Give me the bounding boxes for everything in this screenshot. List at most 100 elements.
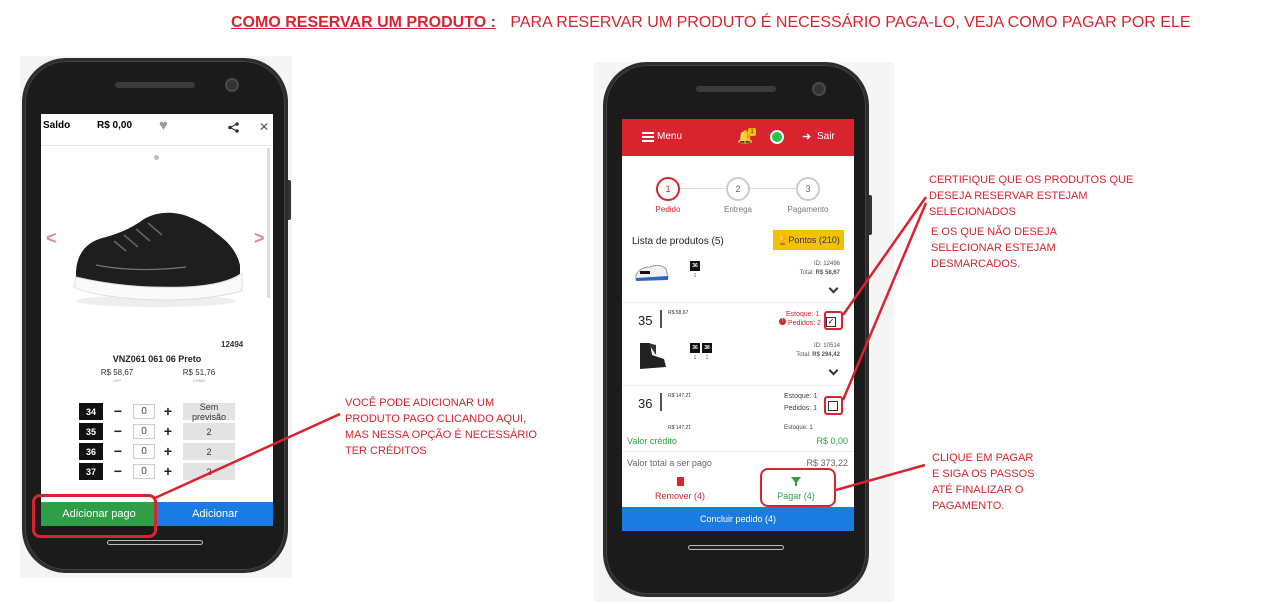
header-divider — [41, 145, 273, 146]
left-phone-home-bar — [107, 540, 203, 545]
right-phone-home-bar — [688, 545, 784, 550]
partial-row-stock: Estoque: 1 — [784, 425, 813, 431]
size-label: 37 — [79, 463, 103, 480]
product-price-2: R$ 51,76 — [182, 368, 216, 377]
size-divider — [660, 310, 662, 328]
stock-label: Estoque: 1 — [786, 311, 820, 318]
note-deselect-line: SELECIONAR ESTEJAM — [931, 242, 1056, 254]
total-label: Valor total a ser pago — [627, 458, 712, 468]
plus-button[interactable]: + — [159, 463, 177, 479]
item-total: Total: R$ 294,42 — [772, 352, 840, 358]
heart-icon[interactable]: ♥ — [159, 118, 168, 133]
exit-icon[interactable]: ➜ — [802, 130, 811, 143]
stock-cell: 2 — [183, 443, 235, 460]
page-title: COMO RESERVAR UM PRODUTO : PARA RESERVAR… — [231, 14, 1191, 32]
finish-order-button[interactable]: Concluir pedido (4) — [622, 507, 854, 531]
minus-button[interactable]: − — [109, 463, 127, 479]
step-2-label: Entrega — [723, 205, 753, 214]
image-scrollbar[interactable] — [267, 148, 270, 298]
saldo-label: Saldo — [43, 120, 71, 131]
total-value: R$ 373,22 — [806, 458, 848, 468]
size-row: 35 − 0 + 2 — [79, 422, 235, 441]
left-phone-screen: Saldo R$ 0,00 ♥ ✕ < > 12494 VNZ061 061 0… — [41, 114, 273, 526]
step-1[interactable]: 1 — [656, 177, 680, 201]
item-total-label: Total: — [799, 270, 814, 276]
add-paid-highlight — [32, 494, 157, 538]
chevron-down-icon[interactable] — [828, 365, 839, 376]
step-2[interactable]: 2 — [726, 177, 750, 201]
item-total: Total: R$ 58,67 — [772, 270, 840, 276]
quantity-input[interactable]: 0 — [133, 464, 155, 479]
remove-button[interactable]: Remover (4) — [622, 474, 738, 506]
note-pay-line: ATÉ FINALIZAR O — [932, 484, 1024, 496]
left-phone-camera — [225, 78, 239, 92]
chevron-down-icon[interactable] — [828, 283, 839, 294]
note-select-line: DESEJA RESERVAR ESTEJAM — [929, 190, 1088, 202]
stock-cell: Sem previsão — [183, 402, 235, 422]
left-phone-speaker — [115, 82, 195, 88]
arrow-left-icon[interactable]: < — [46, 228, 57, 249]
quantity-input[interactable]: 0 — [133, 404, 155, 419]
orders-label: Pedidos: 1 — [784, 405, 818, 412]
item-size-tag: 38 — [702, 343, 712, 353]
stock-label: Estoque: 1 — [784, 393, 818, 400]
minus-button[interactable]: − — [109, 443, 127, 459]
trophy-icon: 🏆 — [777, 235, 789, 245]
partial-row-price: R$ 147,21 — [668, 425, 692, 431]
item-size-qty: 1 — [693, 355, 697, 361]
note-pay: CLIQUE EM PAGAR E SIGA OS PASSOS ATÉ FIN… — [932, 450, 1082, 514]
item-divider — [622, 302, 854, 303]
minus-button[interactable]: − — [109, 423, 127, 439]
close-icon[interactable]: ✕ — [259, 120, 269, 134]
left-note: VOCÊ PODE ADICIONAR UM PRODUTO PAGO CLIC… — [345, 397, 537, 457]
size-row: 37 − 0 + 2 — [79, 462, 235, 481]
size-label: 34 — [79, 403, 103, 420]
size-big-label: 36 — [638, 396, 653, 411]
plus-button[interactable]: + — [159, 403, 177, 419]
saldo-value: R$ 0,00 — [97, 120, 133, 131]
plus-button[interactable]: + — [159, 423, 177, 439]
points-button[interactable]: 🏆Pontos (210) — [773, 230, 844, 250]
warning-icon: ! — [779, 318, 786, 325]
image-dot — [154, 155, 159, 160]
exit-label[interactable]: Sair — [817, 131, 835, 142]
list-item: 36 38 1 1 ID: 10514 Total: R$ 294,42 36 … — [622, 335, 854, 425]
quantity-input[interactable]: 0 — [133, 424, 155, 439]
checkbox-highlight-2 — [824, 396, 843, 415]
note-select: CERTIFIQUE QUE OS PRODUTOS QUE DESEJA RE… — [929, 172, 1139, 220]
item-size-tag: 36 — [690, 343, 700, 353]
size-row: 36 − 0 + 2 — [79, 442, 235, 461]
plus-button[interactable]: + — [159, 443, 177, 459]
item-size-tag: 36 — [690, 261, 700, 271]
title-main: COMO RESERVAR UM PRODUTO : — [231, 14, 496, 31]
item-size-qty: 1 — [705, 355, 709, 361]
size-price: R$ 147,21 — [668, 393, 692, 399]
item-total-value: R$ 58,67 — [815, 270, 840, 276]
checkbox-highlight-1 — [824, 311, 843, 330]
step-3-label: Pagamento — [787, 205, 829, 214]
list-item: 36 1 ID: 12496 Total: R$ 58,67 35 R$ 58,… — [622, 255, 854, 335]
arrow-right-icon[interactable]: > — [254, 228, 265, 249]
size-price: R$ 58,67 — [668, 310, 689, 316]
title-sub: PARA RESERVAR UM PRODUTO É NECESSÁRIO PA… — [510, 14, 1191, 31]
note-select-line: SELECIONADOS — [929, 206, 1016, 218]
stock-cell: 2 — [183, 423, 235, 440]
whatsapp-icon[interactable] — [770, 130, 784, 144]
pay-highlight — [760, 468, 836, 507]
right-phone-camera — [812, 82, 826, 96]
size-label: 35 — [79, 423, 103, 440]
credit-row: Valor crédito R$ 0,00 — [622, 432, 854, 452]
note-pay-line: PAGAMENTO. — [932, 500, 1005, 512]
notification-badge: 1 — [748, 128, 756, 136]
trash-icon — [676, 477, 684, 486]
note-deselect-line: DESMARCADOS. — [931, 258, 1021, 270]
quantity-input[interactable]: 0 — [133, 444, 155, 459]
product-price-1: R$ 58,67 — [100, 368, 134, 377]
item-divider — [622, 385, 854, 386]
menu-label[interactable]: Menu — [657, 131, 682, 142]
right-phone-speaker — [696, 86, 776, 92]
add-button[interactable]: Adicionar — [157, 502, 273, 526]
step-3[interactable]: 3 — [796, 177, 820, 201]
menu-icon[interactable] — [642, 132, 654, 142]
minus-button[interactable]: − — [109, 403, 127, 419]
